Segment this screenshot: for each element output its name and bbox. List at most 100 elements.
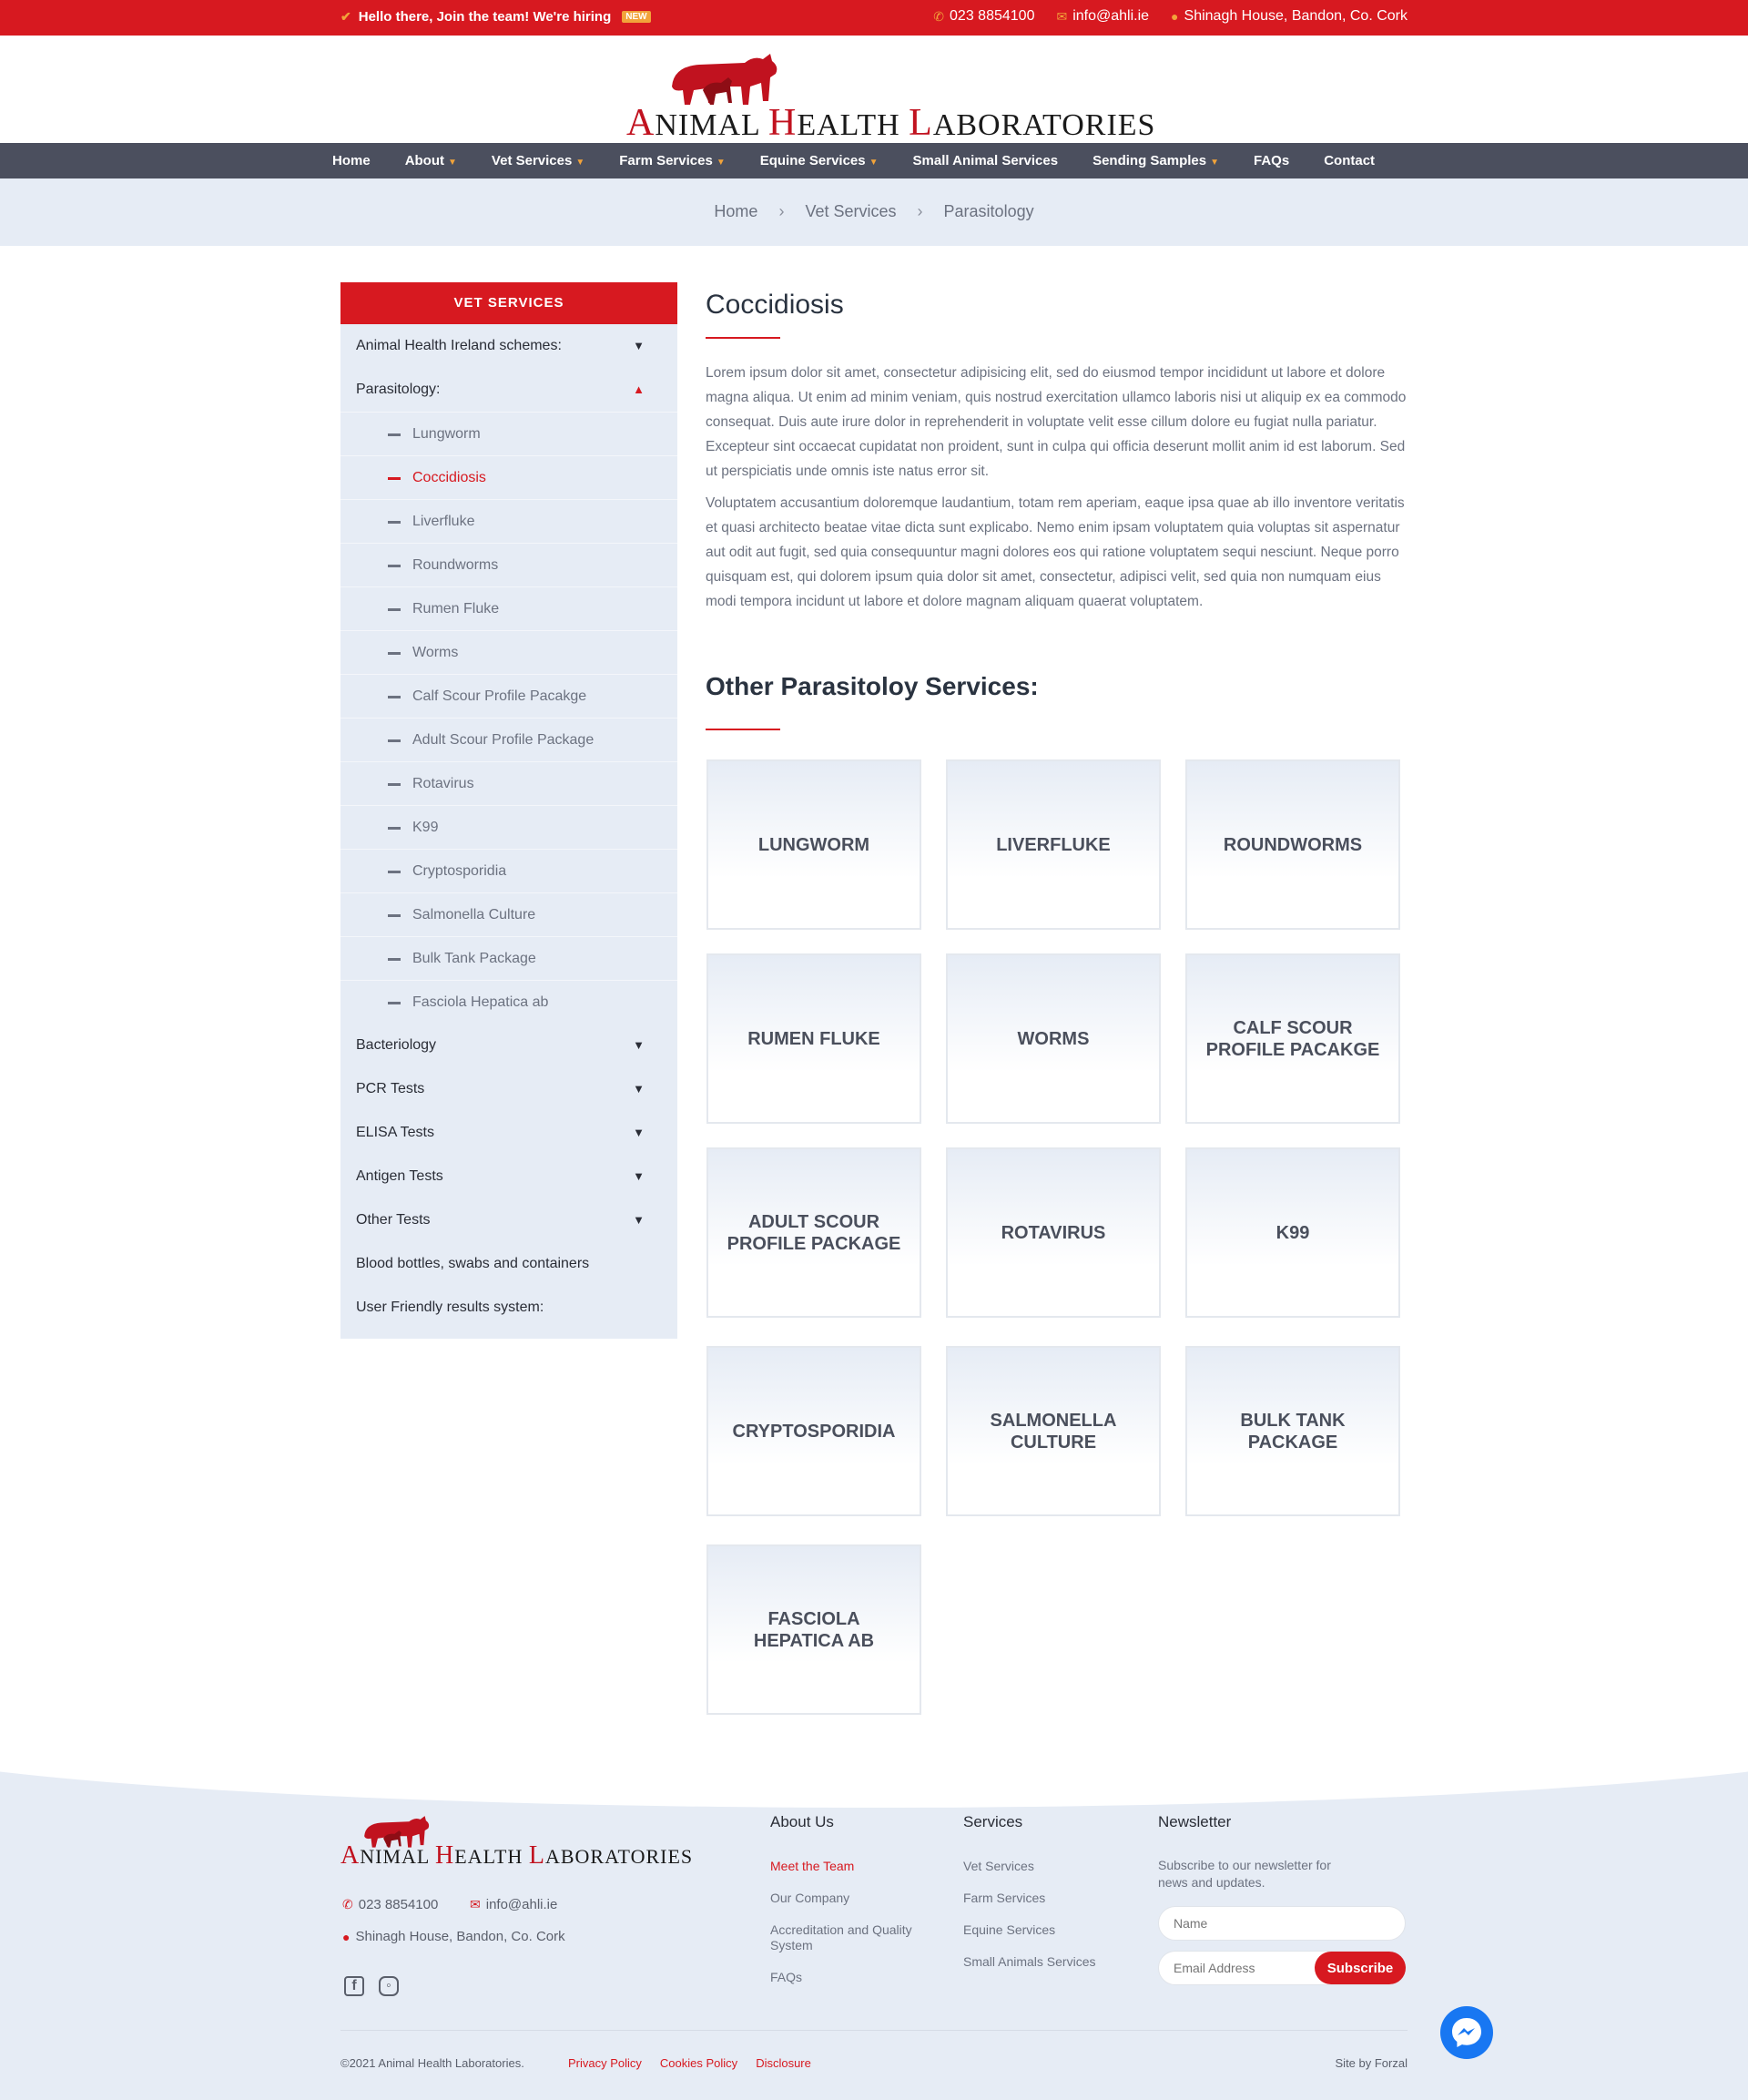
footer-email[interactable]: ✉ info@ahli.ie — [470, 1897, 557, 1912]
sidebar-sub-rumen-fluke[interactable]: Rumen Fluke — [340, 586, 677, 630]
sidebar-title: VET SERVICES — [340, 282, 677, 324]
sidebar-sub-roundworms[interactable]: Roundworms — [340, 543, 677, 586]
newsletter-email-row: Subscribe — [1158, 1951, 1406, 1985]
nav-small-animal-services[interactable]: Small Animal Services — [896, 143, 1076, 178]
privacy-policy-link[interactable]: Privacy Policy — [568, 2056, 642, 2070]
service-card-k99[interactable]: K99 — [1185, 1147, 1400, 1318]
breadcrumb-vet-services[interactable]: Vet Services — [805, 202, 896, 220]
nav-about[interactable]: About ▼ — [388, 143, 474, 178]
breadcrumb: Home › Vet Services › Parasitology — [0, 202, 1748, 221]
nav-equine-services[interactable]: Equine Services ▼ — [743, 143, 896, 178]
sidebar-item-antigen-tests[interactable]: Antigen Tests ▼ — [340, 1155, 677, 1198]
nav-faqs[interactable]: FAQs — [1236, 143, 1306, 178]
footer-link-equine-services[interactable]: Equine Services — [963, 1922, 1127, 1938]
messenger-chat-button[interactable] — [1440, 2006, 1493, 2059]
footer-link-small-animals[interactable]: Small Animals Services — [963, 1954, 1127, 1970]
newsletter-name-input[interactable] — [1158, 1906, 1406, 1941]
sidebar-sub-fasciola[interactable]: Fasciola Hepatica ab — [340, 980, 677, 1024]
footer-link-meet-team[interactable]: Meet the Team — [770, 1859, 916, 1874]
chevron-down-icon: ▼ — [633, 339, 645, 352]
chevron-down-icon: ▼ — [633, 1169, 645, 1183]
nav-contact[interactable]: Contact — [1306, 143, 1392, 178]
service-card-rumen-fluke[interactable]: RUMEN FLUKE — [706, 953, 921, 1124]
footer-link-faqs[interactable]: FAQs — [770, 1970, 916, 1985]
site-logo[interactable]: ANIMAL HEALTH LABORATORIES — [626, 50, 1154, 144]
sidebar-sub-worms[interactable]: Worms — [340, 630, 677, 674]
caret-down-icon: ▼ — [448, 158, 457, 168]
sidebar-sub-salmonella[interactable]: Salmonella Culture — [340, 892, 677, 936]
nav-farm-services[interactable]: Farm Services ▼ — [602, 143, 742, 178]
top-phone-text: 023 8854100 — [950, 8, 1035, 24]
sidebar-sub-bulk-tank[interactable]: Bulk Tank Package — [340, 936, 677, 980]
service-card-roundworms[interactable]: ROUNDWORMS — [1185, 759, 1400, 930]
site-credit[interactable]: Site by Forzal — [1336, 2056, 1408, 2070]
sidebar-item-pcr-tests[interactable]: PCR Tests ▼ — [340, 1067, 677, 1111]
footer-link-our-company[interactable]: Our Company — [770, 1891, 916, 1906]
hiring-notice[interactable]: ✔ Hello there, Join the team! We're hiri… — [340, 9, 651, 25]
disclosure-link[interactable]: Disclosure — [756, 2056, 811, 2070]
dash-icon — [388, 696, 401, 698]
footer-link-vet-services[interactable]: Vet Services — [963, 1859, 1127, 1874]
sidebar-item-elisa-tests[interactable]: ELISA Tests ▼ — [340, 1111, 677, 1155]
top-phone[interactable]: ✆ 023 8854100 — [933, 8, 1034, 25]
top-email-text: info@ahli.ie — [1072, 8, 1150, 24]
sidebar-sub-liverfluke[interactable]: Liverfluke — [340, 499, 677, 543]
check-icon: ✔ — [340, 9, 351, 24]
footer-about-column: About Us Meet the Team Our Company Accre… — [770, 1813, 916, 2002]
footer-link-farm-services[interactable]: Farm Services — [963, 1891, 1127, 1906]
sidebar-sub-coccidiosis[interactable]: Coccidiosis — [340, 455, 677, 499]
sidebar-item-other-tests[interactable]: Other Tests ▼ — [340, 1198, 677, 1242]
cookies-policy-link[interactable]: Cookies Policy — [660, 2056, 737, 2070]
service-card-worms[interactable]: WORMS — [946, 953, 1161, 1124]
footer-link-accreditation[interactable]: Accreditation and Quality System — [770, 1922, 916, 1953]
newsletter-title: Newsletter — [1158, 1813, 1232, 1830]
service-card-adult-scour[interactable]: ADULT SCOUR PROFILE PACKAGE — [706, 1147, 921, 1318]
service-card-calf-scour[interactable]: CALF SCOUR PROFILE PACAKGE — [1185, 953, 1400, 1124]
top-address: ● Shinagh House, Bandon, Co. Cork — [1171, 8, 1408, 25]
newsletter-text: Subscribe to our newsletter for news and… — [1158, 1858, 1331, 1890]
chevron-down-icon: ▼ — [633, 1038, 645, 1052]
service-card-cryptosporidia[interactable]: CRYPTOSPORIDIA — [706, 1346, 921, 1516]
chevron-right-icon: › — [778, 202, 785, 220]
footer-phone[interactable]: ✆ 023 8854100 — [342, 1897, 438, 1912]
footer-logo[interactable]: ANIMAL HEALTH LABORATORIES — [340, 1812, 692, 1876]
sidebar-item-blood-bottles[interactable]: Blood bottles, swabs and containers — [340, 1242, 677, 1286]
other-services-title: Other Parasitoloy Services: — [706, 672, 1039, 700]
sidebar-item-bacteriology[interactable]: Bacteriology ▼ — [340, 1024, 677, 1067]
nav-home[interactable]: Home — [315, 143, 388, 178]
envelope-icon: ✉ — [1056, 8, 1068, 24]
sidebar-sub-cryptosporidia[interactable]: Cryptosporidia — [340, 849, 677, 892]
service-card-lungworm[interactable]: LUNGWORM — [706, 759, 921, 930]
nav-sending-samples[interactable]: Sending Samples ▼ — [1075, 143, 1236, 178]
sidebar-item-parasitology[interactable]: Parasitology: ▲ — [340, 368, 677, 412]
facebook-icon[interactable]: f — [344, 1976, 364, 1996]
service-card-bulk-tank[interactable]: BULK TANK PACKAGE — [1185, 1346, 1400, 1516]
sidebar-sub-rotavirus[interactable]: Rotavirus — [340, 761, 677, 805]
service-card-salmonella[interactable]: SALMONELLA CULTURE — [946, 1346, 1161, 1516]
dash-icon — [388, 958, 401, 961]
service-card-liverfluke[interactable]: LIVERFLUKE — [946, 759, 1161, 930]
sidebar-sub-lungworm[interactable]: Lungworm — [340, 412, 677, 455]
new-badge: NEW — [622, 11, 651, 23]
service-card-rotavirus[interactable]: ROTAVIRUS — [946, 1147, 1161, 1318]
title-underline — [706, 337, 780, 339]
dash-icon — [388, 827, 401, 830]
dash-icon — [388, 783, 401, 786]
sidebar-sub-adult-scour[interactable]: Adult Scour Profile Package — [340, 718, 677, 761]
copyright: ©2021 Animal Health Laboratories. — [340, 2056, 524, 2070]
sidebar-sub-calf-scour[interactable]: Calf Scour Profile Pacakge — [340, 674, 677, 718]
top-email[interactable]: ✉ info@ahli.ie — [1056, 8, 1149, 25]
nav-vet-services[interactable]: Vet Services ▼ — [474, 143, 602, 178]
sidebar-item-results-system[interactable]: User Friendly results system: — [340, 1286, 677, 1330]
sidebar-sub-k99[interactable]: K99 — [340, 805, 677, 849]
dash-icon — [388, 565, 401, 567]
sidebar-item-ahi-schemes[interactable]: Animal Health Ireland schemes: ▼ — [340, 324, 677, 368]
subscribe-button[interactable]: Subscribe — [1315, 1952, 1406, 1984]
service-card-fasciola[interactable]: FASCIOLA HEPATICA AB — [706, 1544, 921, 1715]
dash-icon — [388, 1002, 401, 1004]
instagram-icon[interactable]: ◦ — [379, 1976, 399, 1996]
main-nav: Home About ▼ Vet Services ▼ Farm Services ▼… — [0, 143, 1748, 178]
dash-icon — [388, 871, 401, 873]
dash-icon — [388, 739, 401, 742]
breadcrumb-home[interactable]: Home — [714, 202, 757, 220]
